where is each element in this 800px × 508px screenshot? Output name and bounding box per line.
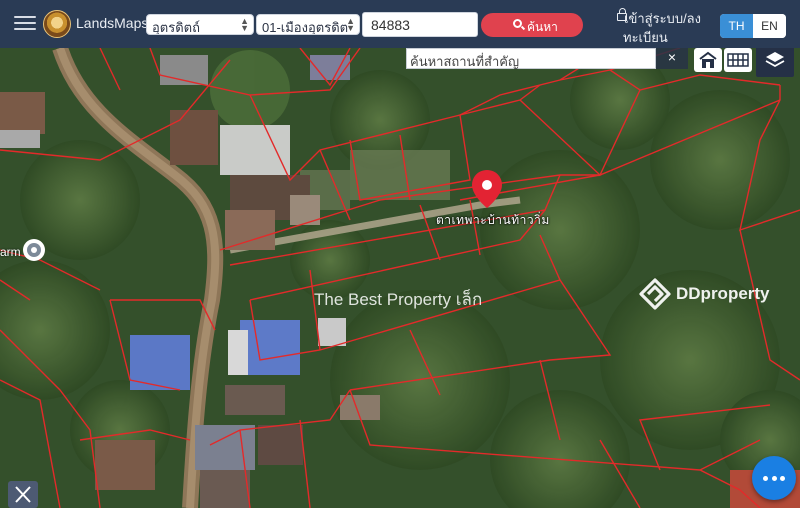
search-button-label: ค้นหา xyxy=(527,20,558,34)
close-icon[interactable]: × xyxy=(656,48,688,69)
search-icon xyxy=(513,19,522,28)
top-bar: LandsMaps อุตรดิตถ์ ▲ ▼ 01-เมืองอุตรดิต ▲… xyxy=(0,0,800,48)
grid-button[interactable] xyxy=(724,48,752,72)
measure-icon xyxy=(15,486,31,503)
ddproperty-logo-icon xyxy=(639,278,671,310)
poi-label: arm xyxy=(0,245,21,259)
grid-icon xyxy=(727,53,749,67)
home-icon xyxy=(699,51,717,68)
pin-label: ตาเทพาะบ้านท้าวาิ่ม xyxy=(436,213,550,227)
login-register-link[interactable]: เข้าสู่ระบบ/ลง ทะเบียน xyxy=(617,9,701,47)
province-select-value: อุตรดิตถ์ xyxy=(152,20,200,35)
home-button[interactable] xyxy=(694,48,722,72)
lang-th-button[interactable]: TH xyxy=(720,14,753,38)
more-options-button[interactable] xyxy=(752,456,796,500)
province-select[interactable]: อุตรดิตถ์ ▲ ▼ xyxy=(146,14,254,35)
watermark-text: The Best Property เล็ก xyxy=(314,290,483,309)
hamburger-menu-icon[interactable] xyxy=(14,14,36,32)
login-line-2: ทะเบียน xyxy=(623,30,668,45)
search-button[interactable]: ค้นหา xyxy=(481,13,583,37)
more-icon xyxy=(763,476,768,481)
map-canvas xyxy=(0,48,800,508)
satellite-map[interactable] xyxy=(0,48,800,508)
district-select-value: 01-เมืองอุตรดิต xyxy=(262,20,349,35)
chevron-updown-icon: ▲ ▼ xyxy=(346,16,355,33)
layers-icon xyxy=(765,52,785,68)
district-select[interactable]: 01-เมืองอุตรดิต ▲ ▼ xyxy=(256,14,360,35)
landsmaps-logo-icon[interactable] xyxy=(43,10,71,38)
chevron-updown-icon: ▲ ▼ xyxy=(240,16,249,33)
layers-button[interactable] xyxy=(756,45,794,77)
place-search-input[interactable]: ค้นหาสถานที่สำคัญ xyxy=(406,48,656,69)
lang-en-button[interactable]: EN xyxy=(753,14,786,38)
language-toggle: TH EN xyxy=(720,14,786,38)
login-line-1: เข้าสู่ระบบ/ลง xyxy=(624,11,701,26)
measure-tool-button[interactable] xyxy=(8,481,38,508)
poi-icon[interactable] xyxy=(23,239,45,261)
ddproperty-watermark: DDproperty xyxy=(676,284,770,303)
parcel-number-input[interactable]: 84883 xyxy=(362,12,478,37)
brand-name[interactable]: LandsMaps xyxy=(76,15,148,31)
